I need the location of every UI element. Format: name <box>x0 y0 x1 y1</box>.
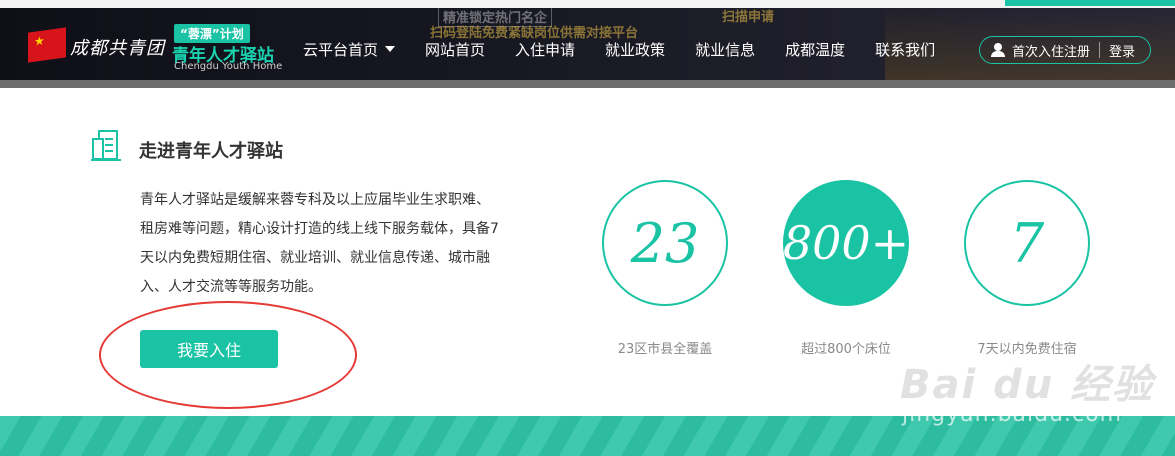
stat-circle-days: 7 <box>964 180 1090 306</box>
annotation-ellipse <box>99 301 357 409</box>
section-title: 走进青年人才驿站 <box>139 141 283 162</box>
intro-description: 青年人才驿站是缓解来蓉专科及以上应届毕业生求职难、租房难等问题，精心设计打造的线… <box>140 192 499 295</box>
nav-cloud-home[interactable]: 云平台首页 <box>288 39 410 60</box>
user-icon <box>990 42 1006 58</box>
login-link[interactable]: 登录 <box>1109 41 1135 60</box>
nav-chengdu-warmth[interactable]: 成都温度 <box>770 39 860 60</box>
nav-contact[interactable]: 联系我们 <box>860 39 950 60</box>
stat-circle-districts: 23 <box>602 180 728 306</box>
header-underline-bar <box>0 80 1175 88</box>
watermark-url: jingyan.baidu.com <box>902 402 1123 427</box>
divider <box>1099 42 1101 58</box>
logo-text: 成都共青团 <box>70 38 165 59</box>
nav-site-home[interactable]: 网站首页 <box>410 39 500 60</box>
banner-hint-3: 扫描申请 <box>722 10 775 25</box>
register-link[interactable]: 首次入住注册 <box>1012 41 1090 60</box>
nav-employment-info[interactable]: 就业信息 <box>680 39 770 60</box>
site-logo[interactable]: ★ 成都共青团 <box>28 27 168 68</box>
stat-label-beds: 超过800个床位 <box>801 342 891 357</box>
stat-circle-beds: 800+ <box>783 180 909 306</box>
program-brand[interactable]: “蓉漂”计划 青年人才驿站 Chengdu Youth Home <box>172 22 282 74</box>
main-nav: 云平台首页 网站首页 入住申请 就业政策 就业信息 成都温度 联系我们 <box>288 36 950 62</box>
brand-english-name: Chengdu Youth Home <box>174 61 283 72</box>
top-accent-edge <box>1005 0 1175 6</box>
building-icon <box>90 129 124 163</box>
stat-label-districts: 23区市县全覆盖 <box>617 342 713 357</box>
nav-employment-policy[interactable]: 就业政策 <box>590 39 680 60</box>
flag-icon: ★ <box>28 27 66 63</box>
chevron-down-icon <box>385 46 396 52</box>
baidu-watermark: Bai du 经验 jingyan.baidu.com <box>900 352 1160 432</box>
site-header: 精准锁定热门名企 扫码登陆免费紧缺岗位供需对接平台 扫描申请 ★ 成都共青团 “… <box>0 8 1175 80</box>
account-box: 首次入住注册 登录 <box>979 36 1151 64</box>
nav-apply[interactable]: 入住申请 <box>500 39 590 60</box>
